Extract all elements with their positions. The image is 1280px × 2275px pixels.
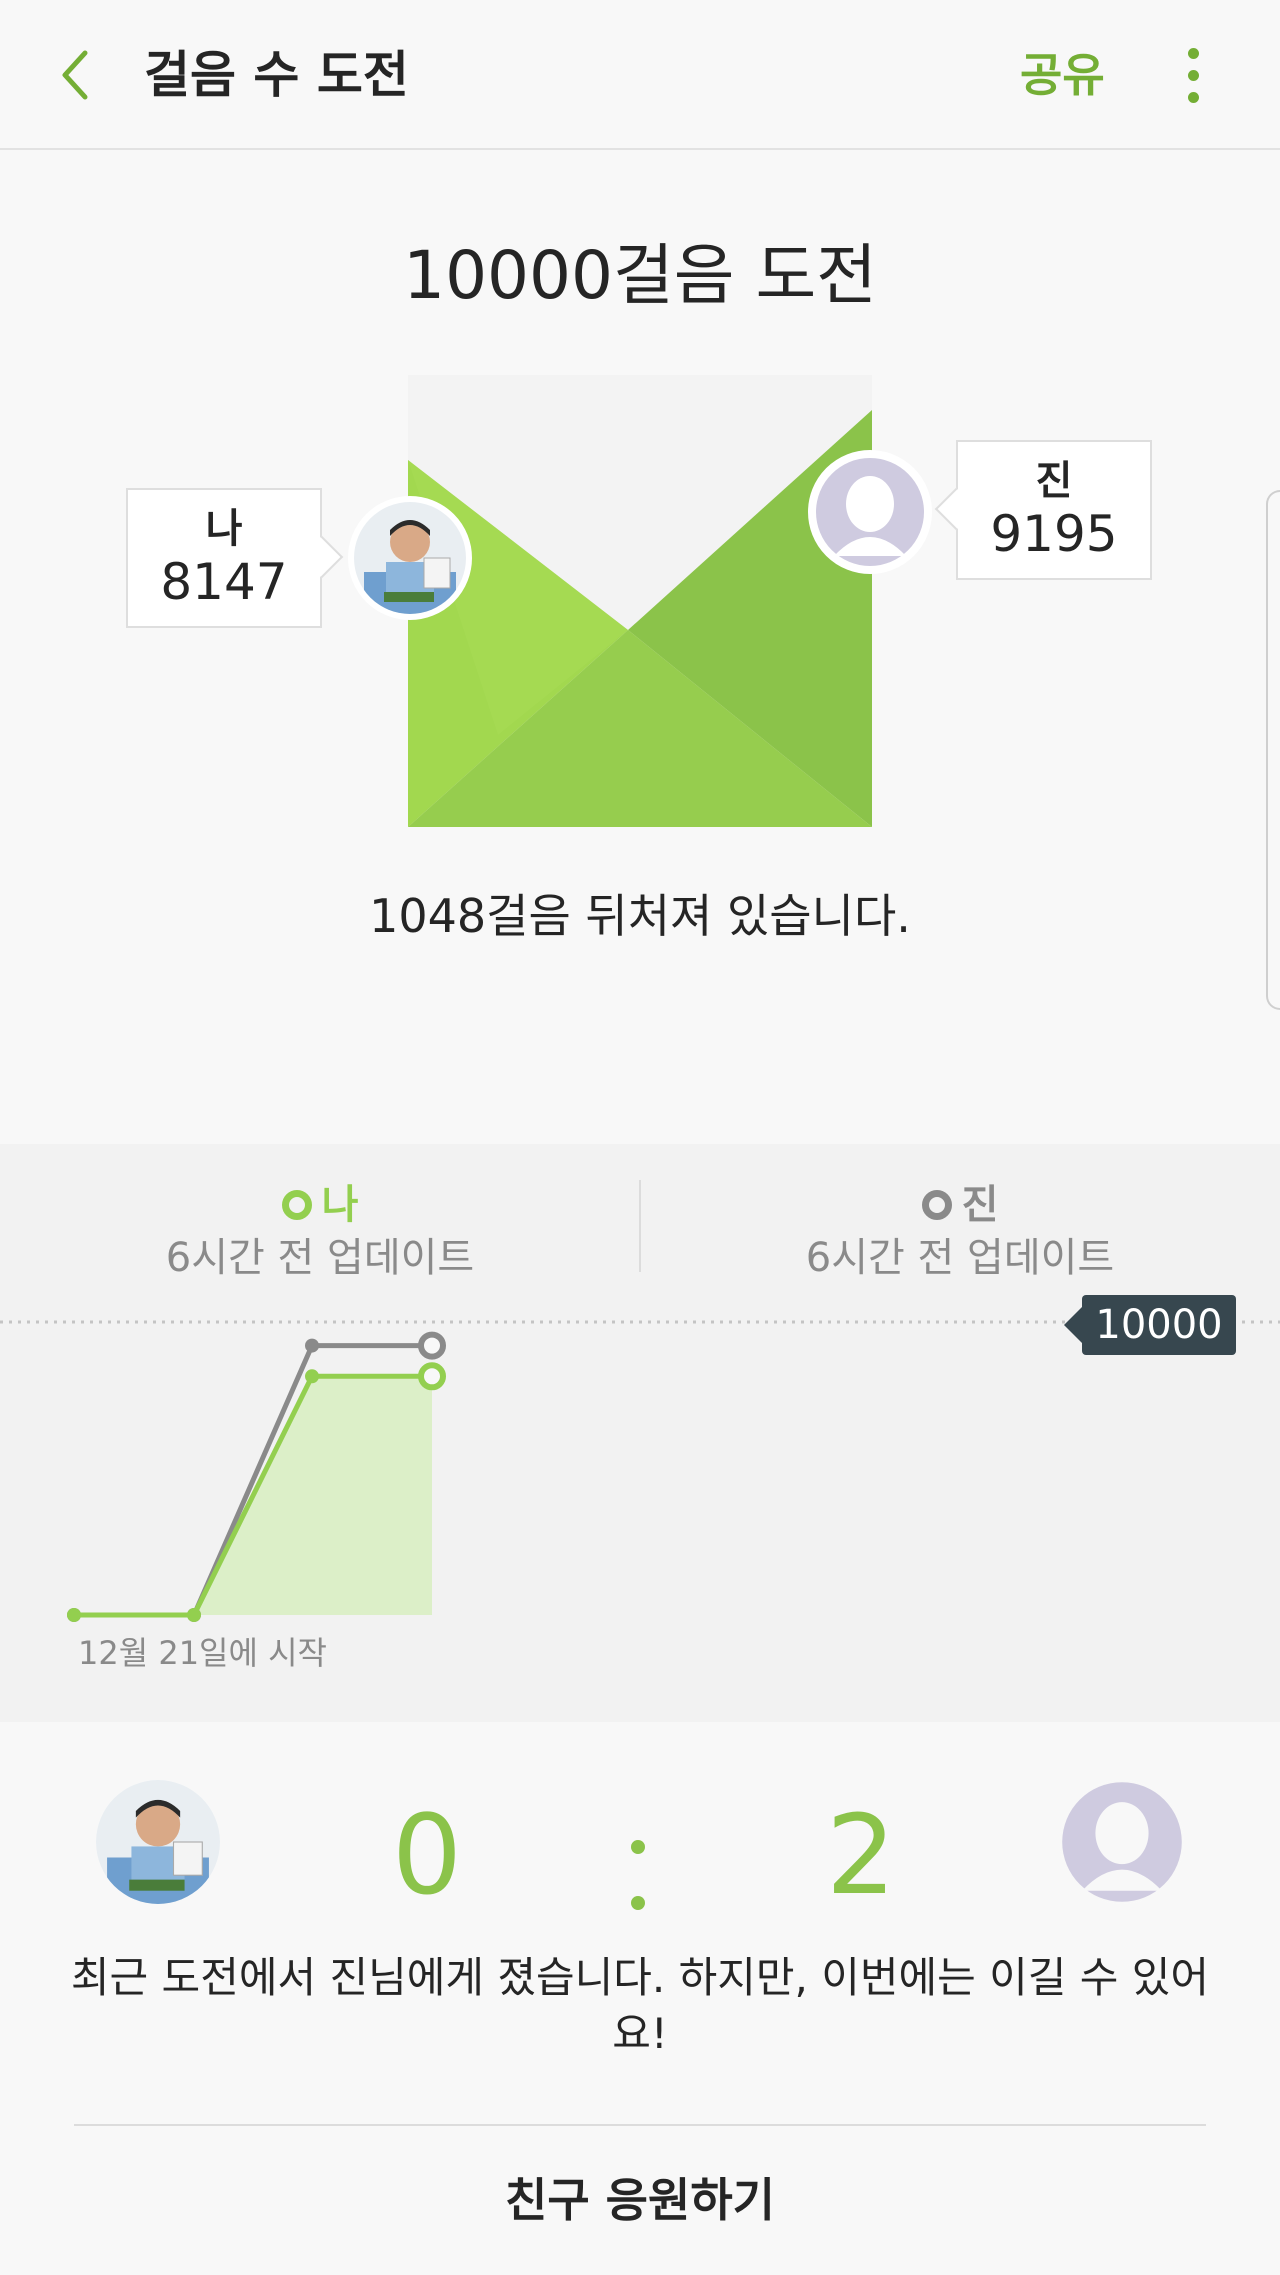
my-progress-area xyxy=(194,1376,432,1615)
friend-avatar-record[interactable] xyxy=(1060,1780,1184,1904)
data-point-friend-2 xyxy=(305,1338,319,1353)
challenge-title: 10000걸음 도전 xyxy=(403,237,877,314)
ring-icon xyxy=(921,1190,952,1220)
record-message: 최근 도전에서 진님에게 졌습니다. 하지만, 이번에는 이길 수 있어요! xyxy=(70,1953,1210,2058)
my-steps-bubble: 나 8147 xyxy=(126,488,322,628)
my-avatar-record[interactable] xyxy=(96,1780,220,1904)
legend-me-updated: 6시간 전 업데이트 xyxy=(165,1235,475,1281)
chevron-left-icon xyxy=(62,50,88,100)
data-point-me-2 xyxy=(305,1369,319,1384)
divider xyxy=(74,2124,1206,2126)
friend-name: 진 xyxy=(1035,458,1073,504)
page-title: 걸음 수 도전 xyxy=(144,46,409,104)
envelope-illustration xyxy=(408,375,872,827)
status-text: 1048걸음 뒤처져 있습니다. xyxy=(369,889,911,943)
my-win-count: 0 xyxy=(392,1791,462,1919)
friend-avatar[interactable] xyxy=(808,450,932,574)
back-button[interactable] xyxy=(40,40,110,110)
friend-steps: 9195 xyxy=(990,505,1118,563)
share-button[interactable]: 공유 xyxy=(1010,40,1115,110)
app-bar: 걸음 수 도전 공유 xyxy=(0,0,1280,150)
edge-panel-handle[interactable] xyxy=(1266,490,1280,1010)
friend-steps-bubble: 진 9195 xyxy=(956,440,1152,580)
person-photo-icon xyxy=(96,1780,220,1904)
more-options-button[interactable] xyxy=(1168,40,1218,110)
my-name: 나 xyxy=(205,506,243,552)
data-point-friend-3 xyxy=(418,1331,446,1360)
more-vertical-icon xyxy=(1187,47,1199,59)
person-photo-icon xyxy=(354,502,466,614)
goal-badge: 10000 xyxy=(1064,1295,1236,1355)
default-person-icon xyxy=(814,456,926,568)
my-steps: 8147 xyxy=(160,553,288,611)
data-point-me-0 xyxy=(67,1608,81,1622)
default-person-icon xyxy=(1060,1780,1184,1904)
legend-friend-updated: 6시간 전 업데이트 xyxy=(805,1235,1115,1281)
legend-friend-name: 진 xyxy=(961,1182,999,1228)
friend-win-count: 2 xyxy=(826,1791,896,1919)
score-separator xyxy=(631,1840,647,1912)
data-point-me-3 xyxy=(418,1362,446,1391)
legend-friend: 진 6시간 전 업데이트 xyxy=(640,1180,1280,1286)
cheer-friend-button[interactable]: 친구 응원하기 xyxy=(0,2140,1280,2260)
legend-me: 나 6시간 전 업데이트 xyxy=(0,1180,640,1286)
ring-icon xyxy=(281,1190,312,1220)
legend-me-name: 나 xyxy=(321,1182,359,1228)
data-point-me-1 xyxy=(187,1608,201,1622)
my-avatar[interactable] xyxy=(348,496,472,620)
start-date-label: 12월 21일에 시작 xyxy=(78,1634,327,1672)
